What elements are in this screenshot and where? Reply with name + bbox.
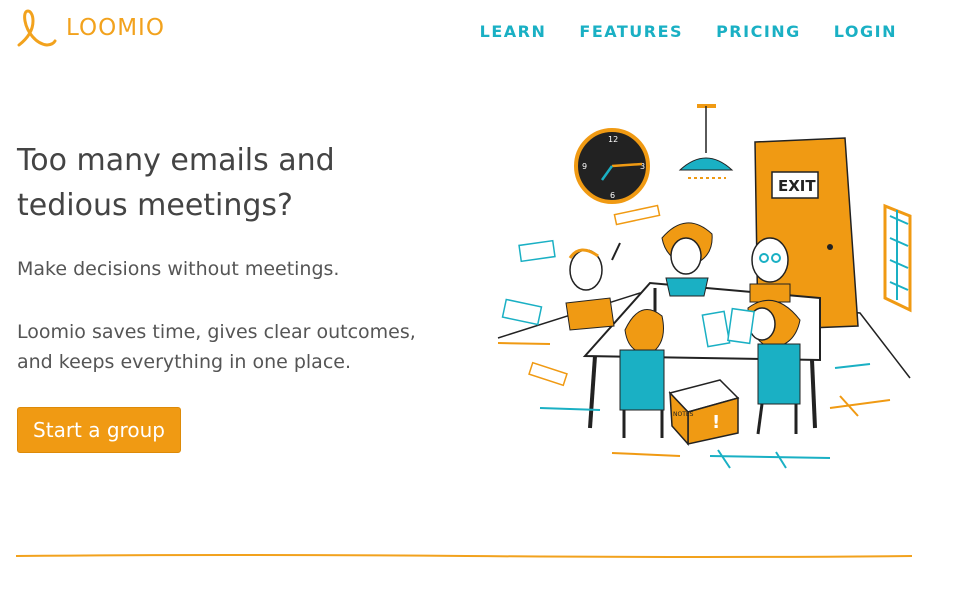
person-back-center [661,222,713,297]
clock-number: 6 [610,191,615,200]
exit-sign: EXIT [778,177,816,195]
nav-features[interactable]: FEATURES [579,22,683,41]
meeting-illustration: 12 3 6 9 EXIT NOTES ! [497,104,912,469]
person-left [565,242,621,331]
person-back-right [749,237,791,303]
person-front-right [747,299,801,435]
nav-pricing[interactable]: PRICING [716,22,801,41]
landing-page: LOOMIO LEARN FEATURES PRICING LOGIN Too … [0,0,953,597]
brand-logo[interactable]: LOOMIO [16,8,165,48]
top-navigation: LEARN FEATURES PRICING LOGIN [447,22,897,41]
start-group-button[interactable]: Start a group [17,407,181,453]
clock-number: 12 [608,135,618,144]
section-divider [16,554,912,558]
notes-box: NOTES ! [668,379,740,446]
box-exclamation: ! [712,412,720,433]
hero-description: Loomio saves time, gives clear outcomes,… [17,321,416,373]
clock-number: 9 [582,162,587,171]
brand-name: LOOMIO [66,15,165,41]
person-front-left [619,309,665,438]
loomio-loop-icon [17,9,57,47]
nav-learn[interactable]: LEARN [480,22,547,41]
nav-login[interactable]: LOGIN [834,22,897,41]
clock-icon: 12 3 6 9 [574,128,650,204]
hero-tagline: Make decisions without meetings. [17,258,340,280]
lamp-icon [678,104,734,179]
box-label: NOTES [673,411,694,418]
window-icon [883,203,912,313]
hero-headline: Too many emails and tedious meetings? [17,143,335,223]
